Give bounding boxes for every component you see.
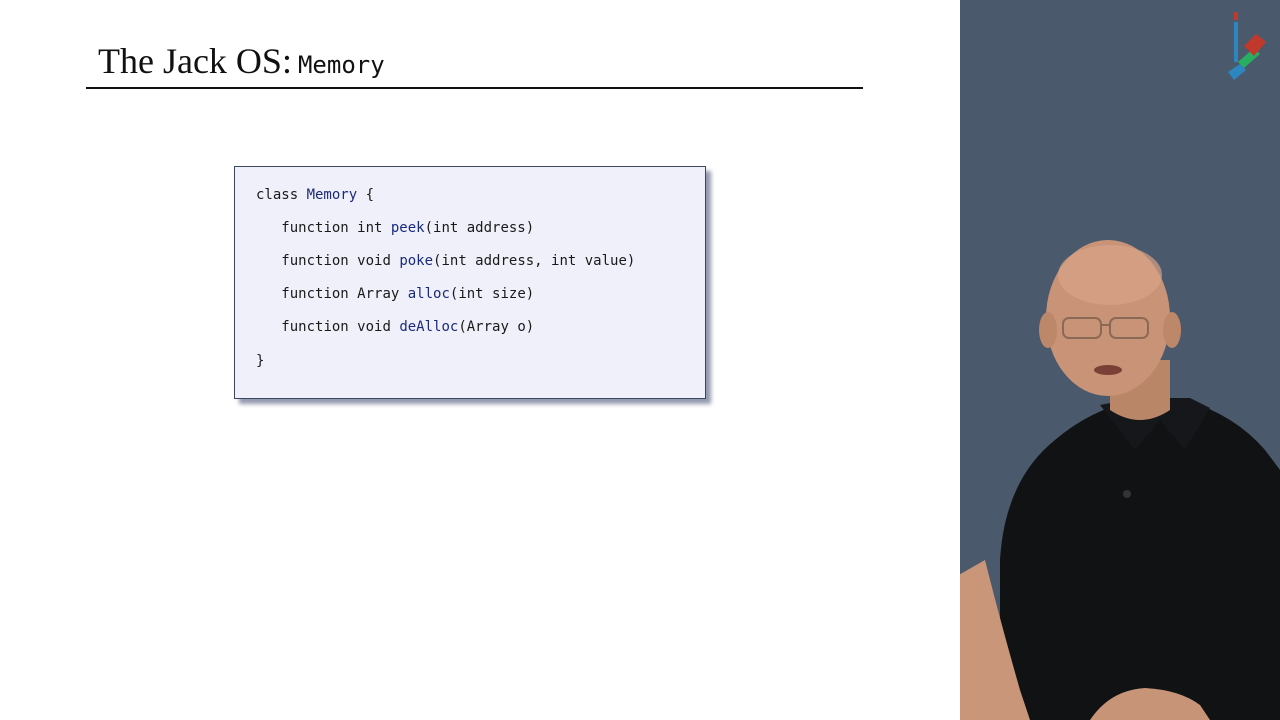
presenter-panel bbox=[960, 0, 1280, 720]
code-box: class Memory { function int peek(int add… bbox=[234, 166, 706, 399]
presenter-video bbox=[960, 240, 1280, 720]
code-line: function int peek(int address) bbox=[281, 220, 535, 236]
title-text: The Jack OS: bbox=[98, 41, 292, 81]
code-line: } bbox=[256, 353, 265, 369]
slide-title: The Jack OS: Memory bbox=[98, 40, 385, 82]
code-line: function void poke(int address, int valu… bbox=[281, 253, 636, 269]
nand2tetris-logo-icon bbox=[1228, 12, 1266, 80]
title-class-name: Memory bbox=[297, 51, 385, 79]
slide: The Jack OS: Memory class Memory { functi… bbox=[0, 0, 1280, 720]
code-line: function void deAlloc(Array o) bbox=[281, 319, 535, 335]
code-line: function Array alloc(int size) bbox=[281, 286, 535, 302]
code-line: class Memory { bbox=[256, 187, 375, 203]
title-underline bbox=[86, 87, 863, 89]
